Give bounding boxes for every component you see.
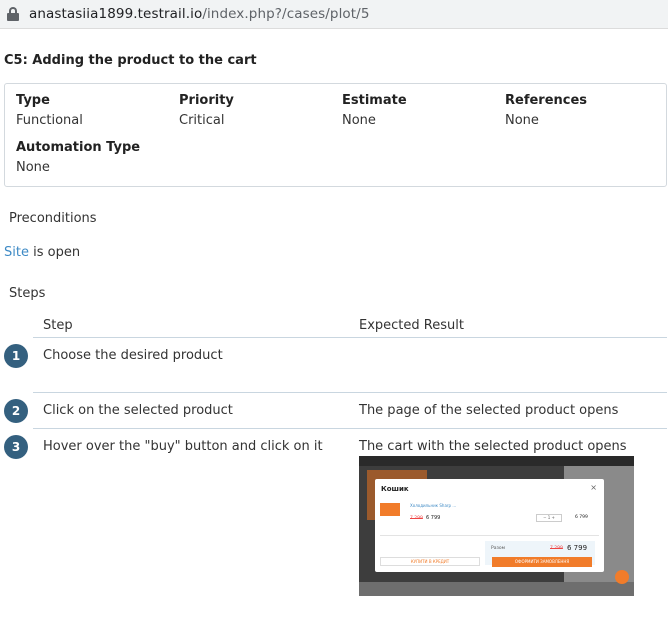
property-label: Automation Type <box>16 140 141 155</box>
property-value: Functional <box>16 113 83 128</box>
page-title: C5: Adding the product to the cart <box>4 53 257 68</box>
line-total-price: 6 799 <box>575 515 588 520</box>
product-name: Холодильник Sharp ... <box>410 503 457 508</box>
total-old-price: 7 299 <box>550 546 563 551</box>
step-number-badge: 3 <box>4 435 28 459</box>
expected-result-text: The page of the selected product opens <box>359 403 619 418</box>
product-thumbnail <box>380 503 400 516</box>
case-properties-panel: Type Functional Priority Critical Estima… <box>4 83 667 187</box>
step-text: Click on the selected product <box>43 403 233 418</box>
url-text[interactable]: anastasiia1899.testrail.io/index.php?/ca… <box>29 6 370 22</box>
property-label: Estimate <box>342 93 407 108</box>
property-label: Priority <box>179 93 234 108</box>
property-value: None <box>16 160 50 175</box>
property-label: References <box>505 93 588 108</box>
chat-icon <box>615 570 629 584</box>
quantity-stepper: − 1 + <box>536 514 562 522</box>
site-link[interactable]: Site <box>4 245 29 260</box>
site-header-strip <box>359 456 634 466</box>
property-value: None <box>342 113 376 128</box>
product-old-price: 7 299 <box>410 516 423 521</box>
product-new-price: 6 799 <box>426 515 441 521</box>
total-label: Разом <box>491 546 506 551</box>
cart-screenshot-image[interactable]: Кошик × Холодильник Sharp ... 7 299 6 79… <box>359 456 634 596</box>
property-type: Type Functional <box>16 93 83 128</box>
property-priority: Priority Critical <box>179 93 234 128</box>
preconditions-text: Site is open <box>4 245 80 260</box>
checkout-button: ОФОРМИТИ ЗАМОВЛЕННЯ <box>492 557 592 567</box>
expected-result-text: The cart with the selected product opens <box>359 439 627 454</box>
credit-button: КУПИТИ В КРЕДИТ <box>380 557 480 566</box>
property-automation-type: Automation Type None <box>16 140 140 175</box>
step-number-badge: 2 <box>4 399 28 423</box>
preconditions-rest: is open <box>28 245 81 260</box>
divider <box>33 337 667 338</box>
divider <box>33 392 667 393</box>
property-value: Critical <box>179 113 225 128</box>
step-text: Choose the desired product <box>43 348 223 363</box>
cart-modal-title: Кошик <box>381 485 409 493</box>
total-new-price: 6 799 <box>567 544 588 552</box>
preconditions-heading: Preconditions <box>9 211 97 226</box>
step-number-badge: 1 <box>4 344 28 368</box>
steps-heading: Steps <box>9 286 46 301</box>
close-icon: × <box>590 483 597 492</box>
divider <box>33 428 667 429</box>
property-references: References None <box>505 93 587 128</box>
property-label: Type <box>16 93 50 108</box>
site-footer-strip <box>359 582 634 596</box>
property-estimate: Estimate None <box>342 93 407 128</box>
cart-modal: Кошик × Холодильник Sharp ... 7 299 6 79… <box>375 479 604 572</box>
browser-address-bar[interactable]: anastasiia1899.testrail.io/index.php?/ca… <box>0 0 668 29</box>
divider <box>380 535 599 536</box>
column-header-expected: Expected Result <box>359 318 464 333</box>
column-header-step: Step <box>43 318 73 333</box>
property-value: None <box>505 113 539 128</box>
lock-icon <box>7 7 19 21</box>
step-text: Hover over the "buy" button and click on… <box>43 439 323 454</box>
